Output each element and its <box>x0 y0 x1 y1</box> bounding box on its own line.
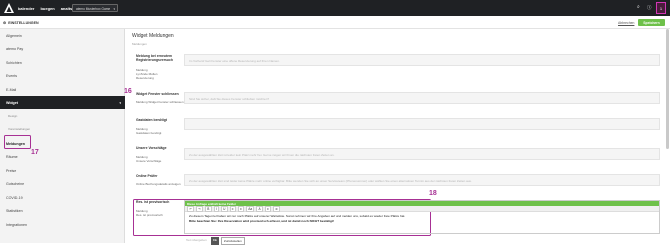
bold-button[interactable]: B <box>205 205 212 212</box>
redo-icon[interactable]: ↷ <box>196 205 204 212</box>
row-sublabel: Meldung Unsere Vorschläge <box>136 155 162 164</box>
chevron-down-icon: ▾ <box>119 100 121 105</box>
underline-button[interactable]: U <box>220 205 228 212</box>
chevron-down-icon: ▾ <box>113 6 115 11</box>
main-content: Widget Meldungen Meldungen Meldung bei e… <box>126 29 670 245</box>
row-label: Meldung bei erneutem Registrierungsversu… <box>136 54 173 62</box>
nav-analts[interactable]: analts <box>61 6 73 11</box>
sidebar-item-schichten[interactable]: Schichten <box>0 56 125 69</box>
sidebar-item-events[interactable]: Events <box>0 69 125 82</box>
nav-kalender[interactable]: kalender <box>18 6 34 11</box>
row-sublabel: Online Buchungsdetails anzeigen <box>136 182 181 186</box>
sidebar-item-widget-label: Widget <box>6 100 18 105</box>
sidebar-item-covid-19[interactable]: COVID-19 <box>0 191 125 204</box>
annotation-box-17 <box>4 135 31 149</box>
location-select[interactable]: atemo Musterbox Game ▾ <box>72 4 118 12</box>
text-color-button[interactable]: A <box>256 205 263 212</box>
row-sublabel: Meldung Res. ist provisorisch <box>136 209 163 218</box>
sidebar-item-preise[interactable]: Preise <box>0 164 125 177</box>
message-input[interactable] <box>184 118 660 130</box>
avatar[interactable]: 1 <box>656 2 666 14</box>
editor-footer: Text übergeben DE Zurückstellen <box>184 237 245 245</box>
row-label: Res. ist provisorisch <box>136 200 170 204</box>
top-nav: kalender buegen analts <box>18 6 72 11</box>
annotation-17: 17 <box>31 149 39 156</box>
settings-label: EINSTELLUNGEN <box>8 20 39 25</box>
row-label: Unsere Vorschläge <box>136 146 167 150</box>
top-bar: kalender buegen analts atemo Musterbox G… <box>0 0 670 16</box>
settings-bar: ⚙ EINSTELLUNGEN Abbrechen Speichern <box>0 16 670 29</box>
scrollbar[interactable] <box>666 29 669 149</box>
sidebar-item-statistiken[interactable]: Statistiken <box>0 204 125 217</box>
undo-icon[interactable]: ↶ <box>187 205 195 212</box>
message-input[interactable]: Zu der ausgewählten Zeit ist leider kein… <box>184 148 660 160</box>
language-button[interactable]: DE <box>210 237 219 245</box>
cancel-button[interactable]: Abbrechen <box>618 21 634 25</box>
gear-icon: ⚙ <box>3 20 7 25</box>
clear-format-icon[interactable]: ⊘ <box>273 205 281 212</box>
reset-button[interactable]: Zurückstellen <box>220 237 245 245</box>
editor-content[interactable]: Zu diesem Tagem'el haben wir nur noch Pl… <box>185 212 659 226</box>
sidebar-item-allgemein[interactable]: Allgemein <box>0 29 125 42</box>
italic-button[interactable]: I <box>213 205 219 212</box>
row-sublabel: Meldung LynSnde Mollen Reservierung <box>136 68 158 81</box>
message-input[interactable]: Zu der ausgewählten Zeit sind leider kei… <box>184 174 660 186</box>
row-label: Gastdaten benötigt <box>136 118 167 122</box>
avatar-initial: 1 <box>659 5 663 11</box>
app-logo-icon[interactable] <box>4 3 14 13</box>
font-size-button[interactable]: Aa <box>246 205 255 212</box>
sidebar-subitem-design[interactable]: Design <box>2 110 50 123</box>
help-icon[interactable]: ⓘ <box>647 5 651 11</box>
align-right-icon[interactable]: ≡ <box>237 205 245 212</box>
editor-footer-text: Text übergeben <box>186 238 207 242</box>
sidebar-item-raeume[interactable]: Räume <box>0 150 125 163</box>
sidebar-item-widget[interactable]: Widget ▾ <box>0 96 125 109</box>
row-label: Online Prüfer <box>136 174 158 178</box>
sidebar-item-atemo-pay[interactable]: atemo Pay <box>0 42 125 55</box>
location-select-value: atemo Musterbox Game <box>76 7 111 11</box>
row-sublabel: Meldung Gastdaten benötigt <box>136 127 162 136</box>
editor-line: Bitte beachten Sie: Ihre Reservation wir… <box>189 219 334 223</box>
search-icon[interactable]: ⌕ <box>637 4 640 10</box>
rich-text-editor[interactable]: Diese Anfrage enthält keine Felder ↶ ↷ B… <box>184 200 660 234</box>
nav-buegen[interactable]: buegen <box>40 6 54 11</box>
align-left-icon[interactable]: ≡ <box>229 205 236 212</box>
row-label: Widget Fenster schliessen <box>136 92 179 96</box>
list-icon[interactable]: ≡ <box>264 205 272 212</box>
sidebar-item-email[interactable]: E-Mail <box>0 83 125 96</box>
row-sublabel: Meldung Widget Fenster schliessen <box>136 100 184 104</box>
message-input[interactable]: Im Vorhersf Geli Fenster eine offene Res… <box>184 54 660 66</box>
sidebar-item-gutscheine[interactable]: Gutscheine <box>0 177 125 190</box>
message-input[interactable]: Sind Sie sicher, daß Sie dieses Fenster … <box>184 92 660 104</box>
settings-title: ⚙ EINSTELLUNGEN <box>3 21 39 25</box>
sidebar-item-integrationen[interactable]: Integrationen <box>0 218 125 231</box>
page-title: Widget Meldungen <box>132 33 174 39</box>
save-button[interactable]: Speichern <box>638 19 665 26</box>
breadcrumb: Meldungen <box>132 42 147 46</box>
